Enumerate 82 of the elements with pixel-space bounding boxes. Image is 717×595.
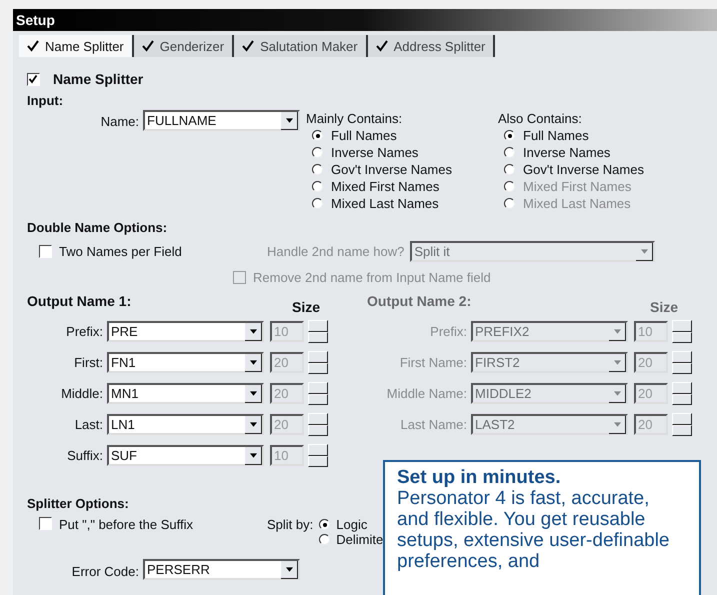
- spin-buttons[interactable]: [308, 320, 328, 343]
- checkbox-label: Name Splitter: [53, 71, 144, 87]
- field-label: Name:: [100, 113, 140, 129]
- radio-label: Full Names: [523, 127, 589, 144]
- section-heading: Input:: [27, 93, 64, 108]
- radio-label: Logic: [336, 517, 368, 532]
- field-dropdown[interactable]: PRE: [107, 321, 264, 342]
- checkbox-label: Remove 2nd name from Input Name field: [253, 270, 491, 285]
- section-heading: Double Name Options:: [27, 220, 168, 235]
- size-field[interactable]: 10: [270, 445, 304, 466]
- spin-buttons[interactable]: [308, 413, 328, 436]
- field-label: Prefix:: [429, 324, 468, 339]
- check-icon: [376, 40, 388, 52]
- tab[interactable]: Genderizer: [134, 35, 234, 57]
- field-dropdown[interactable]: SUF: [107, 445, 264, 466]
- field-label: First:: [73, 355, 104, 370]
- size-field[interactable]: 20: [270, 414, 304, 435]
- radio-button[interactable]: [504, 130, 515, 141]
- field-label: Last Name:: [400, 417, 468, 432]
- field-label: Handle 2nd name how?: [267, 244, 404, 259]
- spin-buttons[interactable]: [308, 351, 328, 374]
- spin-buttons[interactable]: [308, 444, 328, 467]
- error-code-dropdown[interactable]: PERSERR: [143, 559, 300, 580]
- radio-label: Inverse Names: [523, 144, 610, 161]
- radio-button[interactable]: [319, 534, 330, 545]
- radio-button[interactable]: [312, 130, 323, 141]
- radio-button[interactable]: [312, 198, 323, 209]
- radio-button[interactable]: [504, 147, 515, 158]
- tab[interactable]: Name Splitter: [19, 35, 134, 57]
- tab[interactable]: Address Splitter: [368, 35, 496, 57]
- radio-label: Gov't Inverse Names: [331, 161, 452, 178]
- group-label: Also Contains:: [498, 110, 583, 127]
- radio-label: Delimite: [336, 532, 384, 547]
- field-label: Middle Name:: [386, 386, 468, 401]
- checkbox[interactable]: [27, 72, 40, 86]
- check-icon: [142, 40, 154, 52]
- size-field[interactable]: 20: [270, 383, 304, 404]
- field-label: Middle:: [60, 386, 104, 401]
- field-label: First Name:: [398, 355, 468, 370]
- radio-label: Full Names: [331, 127, 397, 144]
- radio-button[interactable]: [312, 164, 323, 175]
- check-icon: [242, 40, 254, 52]
- field-label: Error Code:: [70, 563, 140, 579]
- radio-button[interactable]: [312, 181, 323, 192]
- section-heading: Output Name 2:: [367, 293, 472, 311]
- radio-label: Mixed Last Names: [523, 195, 631, 212]
- checkbox-label: Put "," before the Suffix: [59, 517, 194, 532]
- window-title: Setup: [16, 12, 55, 28]
- field-dropdown[interactable]: MN1: [107, 383, 264, 404]
- radio-label: Inverse Names: [331, 144, 418, 161]
- field-dropdown[interactable]: LN1: [107, 414, 264, 435]
- checkbox-label: Two Names per Field: [59, 244, 183, 259]
- section-heading: Output Name 1:: [27, 293, 132, 311]
- radio-label: Mixed First Names: [523, 178, 632, 195]
- radio-button[interactable]: [319, 519, 330, 530]
- spin-buttons[interactable]: [308, 382, 328, 405]
- radio-label: Mixed First Names: [331, 178, 440, 195]
- spin-buttons[interactable]: [672, 413, 692, 436]
- column-heading: Size: [650, 299, 678, 315]
- checkbox[interactable]: [39, 517, 52, 530]
- radio-label: Mixed Last Names: [331, 195, 439, 212]
- callout-text: Personator 4 is fast, accurate, and flexible. You get reusable setups, extensive user-definable preferences, and: [397, 488, 670, 572]
- spin-buttons[interactable]: [672, 320, 692, 343]
- check-icon: [27, 40, 39, 52]
- field-label: Suffix:: [66, 448, 104, 463]
- size-field[interactable]: 10: [270, 321, 304, 342]
- radio-label: Gov't Inverse Names: [523, 161, 644, 178]
- name-dropdown[interactable]: FULLNAME: [143, 110, 300, 131]
- field-label: Last:: [74, 417, 104, 432]
- radio-button[interactable]: [504, 164, 515, 175]
- field-dropdown[interactable]: FN1: [107, 352, 264, 373]
- spin-buttons[interactable]: [672, 351, 692, 374]
- radio-button[interactable]: [312, 147, 323, 158]
- callout-title: Set up in minutes.: [397, 467, 562, 488]
- group-label: Mainly Contains:: [306, 110, 404, 127]
- tab[interactable]: Salutation Maker: [234, 35, 368, 57]
- size-field[interactable]: 20: [270, 352, 304, 373]
- column-heading: Size: [292, 299, 320, 315]
- field-label: Prefix:: [65, 324, 104, 339]
- field-label: Split by:: [267, 517, 314, 532]
- section-heading: Splitter Options:: [27, 496, 129, 511]
- spin-buttons[interactable]: [672, 382, 692, 405]
